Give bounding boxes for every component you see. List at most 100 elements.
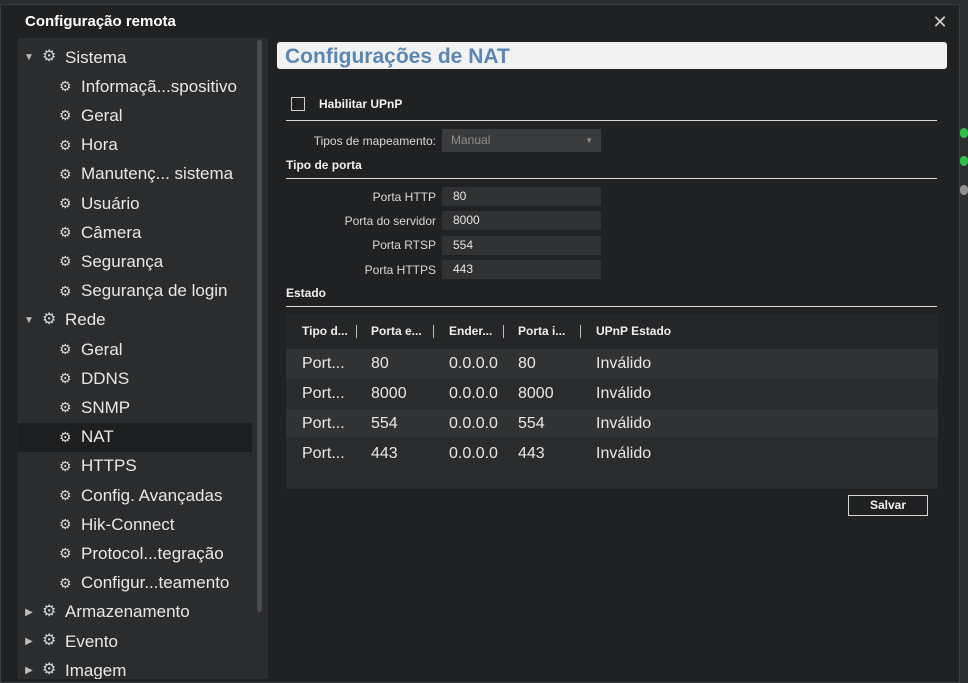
table-cell: 80 — [518, 355, 536, 372]
table-row[interactable]: Port... 8000 0.0.0.0 8000 Inválido — [286, 379, 938, 408]
sidebar-item[interactable]: ⚙ Informaçã...spositivo — [18, 72, 252, 101]
sidebar-item[interactable]: ⚙ Hik-Connect — [18, 510, 252, 539]
gear-icon: ⚙ — [59, 165, 72, 182]
column-header[interactable]: Tipo d... — [302, 324, 348, 338]
settings-group-icon: ⚙ — [42, 661, 57, 679]
sidebar-item-label: Config. Avançadas — [81, 485, 223, 505]
table-cell: 443 — [518, 445, 545, 462]
column-header[interactable]: Ender... — [449, 324, 492, 338]
table-cell: Port... — [302, 385, 345, 402]
sidebar-item-label: DDNS — [81, 368, 130, 388]
sidebar-item[interactable]: ⚙ Segurança — [18, 247, 252, 276]
table-cell: Port... — [302, 355, 345, 372]
sidebar-item[interactable]: ⚙ Câmera — [18, 218, 252, 247]
http-port-field[interactable]: 80 — [442, 187, 601, 206]
sidebar-item[interactable]: ⚙ SNMP — [18, 393, 252, 422]
gear-icon: ⚙ — [59, 341, 72, 357]
sidebar-item[interactable]: ⚙ Configur...teamento — [18, 569, 252, 598]
sidebar-item[interactable]: ⚙ HTTPS — [18, 452, 252, 481]
sidebar-item-label: Segurança — [81, 251, 164, 271]
table-cell: 8000 — [371, 385, 407, 402]
table-row[interactable]: Port... 80 0.0.0.0 80 Inválido — [286, 349, 938, 378]
divider — [286, 306, 937, 307]
sidebar-item-label: Evento — [65, 631, 118, 651]
rtsp-port-field[interactable]: 554 — [442, 236, 601, 255]
gear-icon: ⚙ — [59, 428, 72, 445]
sidebar-item-label: Geral — [81, 339, 123, 359]
mapping-type-select[interactable]: Manual ▼ — [442, 129, 601, 152]
page-title-bar: Configurações de NAT — [277, 42, 947, 69]
gear-icon: ⚙ — [59, 78, 72, 95]
settings-group-icon: ⚙ — [42, 48, 57, 65]
mapping-type-value: Manual — [451, 133, 491, 147]
column-separator[interactable] — [433, 325, 434, 338]
server-port-label: Porta do servidor — [344, 214, 436, 228]
table-cell: 554 — [518, 415, 545, 432]
sidebar-item[interactable]: ▶ ⚙ Evento — [18, 627, 252, 656]
sidebar-scrollbar[interactable] — [257, 40, 262, 612]
table-cell: 80 — [371, 355, 389, 372]
page-title: Configurações de NAT — [285, 45, 510, 68]
sidebar-item-label: Segurança de login — [81, 281, 228, 301]
nat-status-table: Tipo d... Porta e... Ender... Porta i...… — [286, 314, 938, 489]
https-port-label: Porta HTTPS — [364, 263, 436, 277]
column-header[interactable]: UPnP Estado — [596, 324, 671, 338]
sidebar-item[interactable]: ▼ ⚙ Sistema — [18, 43, 252, 72]
table-row[interactable]: Port... 443 0.0.0.0 443 Inválido — [286, 439, 938, 468]
close-icon[interactable]: ✕ — [929, 11, 951, 33]
dialog-title-bar: Configuração remota ✕ — [1, 5, 959, 37]
save-button[interactable]: Salvar — [848, 495, 928, 516]
column-header[interactable]: Porta e... — [371, 324, 422, 338]
rtsp-port-label: Porta RTSP — [372, 238, 436, 252]
sidebar-item[interactable]: ⚙ Hora — [18, 131, 252, 160]
gear-icon: ⚙ — [59, 399, 72, 416]
chevron-right-icon[interactable]: ▶ — [23, 636, 35, 647]
sidebar-item[interactable]: ⚙ Usuário — [18, 189, 252, 218]
chevron-right-icon[interactable]: ▶ — [23, 665, 35, 676]
divider — [286, 178, 937, 179]
port-type-section-title: Tipo de porta — [286, 158, 362, 172]
table-cell: Inválido — [596, 415, 652, 432]
gear-icon: ⚙ — [59, 457, 72, 474]
table-cell: 0.0.0.0 — [449, 385, 498, 402]
gear-icon: ⚙ — [59, 136, 72, 153]
https-port-field[interactable]: 443 — [442, 260, 601, 279]
sidebar-item[interactable]: ▼ ⚙ Rede — [18, 306, 252, 335]
column-separator[interactable] — [580, 325, 581, 338]
http-port-label: Porta HTTP — [372, 190, 436, 204]
enable-upnp-checkbox[interactable] — [291, 97, 305, 111]
sidebar-item[interactable]: ⚙ Config. Avançadas — [18, 481, 252, 510]
table-cell: 0.0.0.0 — [449, 445, 498, 462]
divider — [286, 120, 937, 121]
sidebar-item[interactable]: ⚙ NAT — [18, 422, 252, 452]
settings-group-icon: ⚙ — [42, 310, 57, 328]
sidebar-item[interactable]: ⚙ Segurança de login — [18, 277, 252, 306]
table-row[interactable]: Port... 554 0.0.0.0 554 Inválido — [286, 409, 938, 438]
sidebar-item[interactable]: ▶ ⚙ Imagem — [18, 656, 252, 679]
sidebar-item[interactable]: ⚙ Geral — [18, 101, 252, 130]
table-cell: 0.0.0.0 — [449, 355, 498, 372]
chevron-right-icon[interactable]: ▶ — [23, 607, 35, 618]
table-cell: Inválido — [596, 355, 652, 372]
sidebar-item[interactable]: ⚙ Protocol...tegração — [18, 539, 252, 568]
sidebar-item-label: Sistema — [65, 47, 127, 67]
column-separator[interactable] — [356, 325, 357, 338]
chevron-down-icon[interactable]: ▼ — [23, 52, 35, 63]
sidebar-item-label: Manutenç... sistema — [81, 164, 234, 184]
gear-icon: ⚙ — [59, 107, 72, 124]
gear-icon: ⚙ — [59, 224, 72, 241]
table-cell: 443 — [371, 445, 398, 462]
chevron-down-icon[interactable]: ▼ — [23, 315, 35, 326]
gear-icon: ⚙ — [59, 370, 72, 387]
sidebar-item[interactable]: ▶ ⚙ Armazenamento — [18, 598, 252, 627]
sidebar-item[interactable]: ⚙ DDNS — [18, 364, 252, 393]
column-separator[interactable] — [503, 325, 504, 338]
gear-icon: ⚙ — [59, 574, 72, 591]
sidebar-tree: ▼ ⚙ Sistema ⚙ Informaçã...spositivo ⚙ Geral ⚙ Ho… — [18, 38, 268, 679]
sidebar-item[interactable]: ⚙ Manutenç... sistema — [18, 160, 252, 189]
server-port-field[interactable]: 8000 — [442, 211, 601, 230]
column-header[interactable]: Porta i... — [518, 324, 565, 338]
table-cell: 0.0.0.0 — [449, 415, 498, 432]
gear-icon: ⚙ — [59, 195, 72, 211]
sidebar-item[interactable]: ⚙ Geral — [18, 335, 252, 364]
